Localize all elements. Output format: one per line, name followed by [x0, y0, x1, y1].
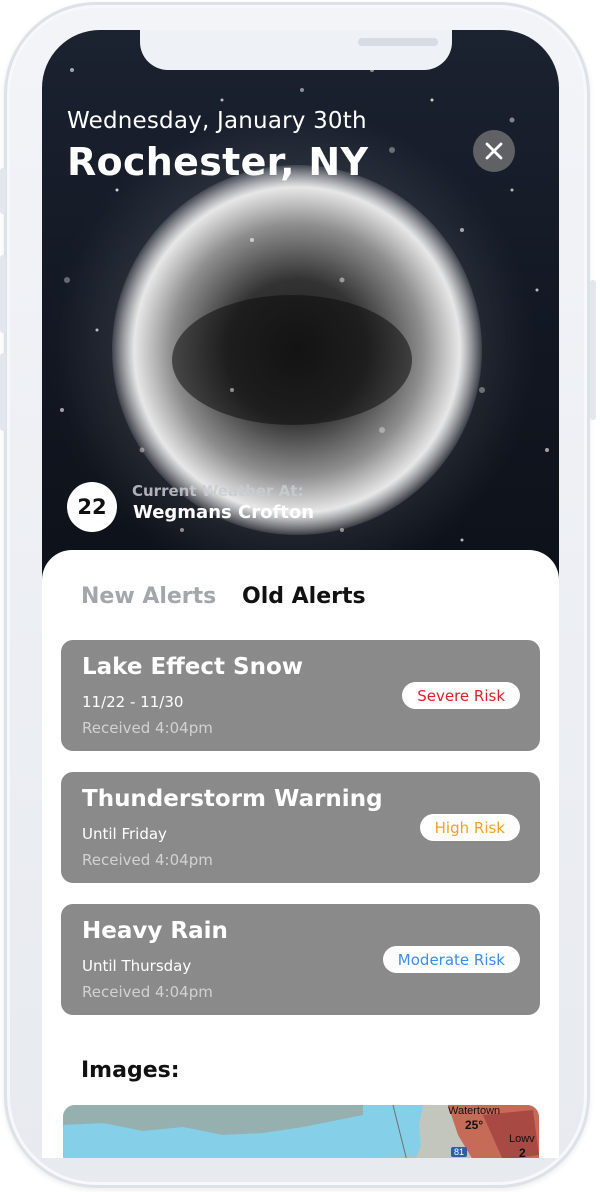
volume-down-button — [0, 353, 6, 431]
alert-dates: Until Thursday — [82, 957, 192, 975]
alert-received-time: Received 4:04pm — [82, 719, 213, 737]
phone-notch — [140, 30, 452, 70]
power-button — [590, 280, 596, 420]
temperature-badge: 22 — [67, 482, 117, 532]
route-shield-81: 81 — [451, 1147, 468, 1157]
map-label-temp-1: 25° — [465, 1118, 484, 1132]
alert-received-time: Received 4:04pm — [82, 983, 213, 1001]
alert-title: Thunderstorm Warning — [82, 786, 383, 812]
current-weather-label: Current Weather At: — [132, 482, 304, 500]
alert-dates: 11/22 - 11/30 — [82, 693, 184, 711]
app-screen: Wednesday, January 30th Rochester, NY 22… — [42, 30, 559, 1158]
alert-card-thunderstorm-warning[interactable]: Thunderstorm Warning Until Friday Receiv… — [61, 772, 540, 883]
risk-badge: Moderate Risk — [382, 946, 520, 973]
images-heading: Images: — [81, 1058, 180, 1083]
close-icon — [485, 142, 503, 160]
risk-label: Severe Risk — [417, 686, 505, 705]
alerts-sheet: New Alerts Old Alerts Lake Effect Snow 1… — [42, 550, 559, 1158]
map-label-lowville: Lowv — [509, 1133, 535, 1145]
alert-card-heavy-rain[interactable]: Heavy Rain Until Thursday Received 4:04p… — [61, 904, 540, 1015]
map-label-watertown: Watertown — [448, 1105, 501, 1117]
weather-hero: Wednesday, January 30th Rochester, NY 22… — [42, 30, 559, 590]
alert-title: Lake Effect Snow — [82, 654, 304, 680]
city-title: Rochester, NY — [67, 140, 369, 184]
alert-title: Heavy Rain — [82, 918, 228, 944]
alert-dates: Until Friday — [82, 825, 167, 843]
speaker-grille — [358, 38, 438, 46]
risk-label: Moderate Risk — [397, 950, 505, 969]
risk-label: High Risk — [434, 818, 505, 837]
tab-new-alerts[interactable]: New Alerts — [81, 584, 216, 609]
mute-switch — [0, 168, 6, 214]
radar-map-thumbnail[interactable]: Watertown 25° Lowv 2 81 — [63, 1105, 539, 1158]
forecast-date: Wednesday, January 30th — [67, 108, 367, 134]
current-weather-location: Wegmans Crofton — [133, 502, 315, 523]
risk-badge: High Risk — [419, 814, 520, 841]
alert-card-lake-effect-snow[interactable]: Lake Effect Snow 11/22 - 11/30 Received … — [61, 640, 540, 751]
tab-old-alerts[interactable]: Old Alerts — [242, 584, 366, 609]
alert-received-time: Received 4:04pm — [82, 851, 213, 869]
close-button[interactable] — [473, 130, 515, 172]
volume-up-button — [0, 255, 6, 333]
risk-badge: Severe Risk — [402, 682, 520, 709]
map-label-temp-2: 2 — [519, 1146, 526, 1158]
